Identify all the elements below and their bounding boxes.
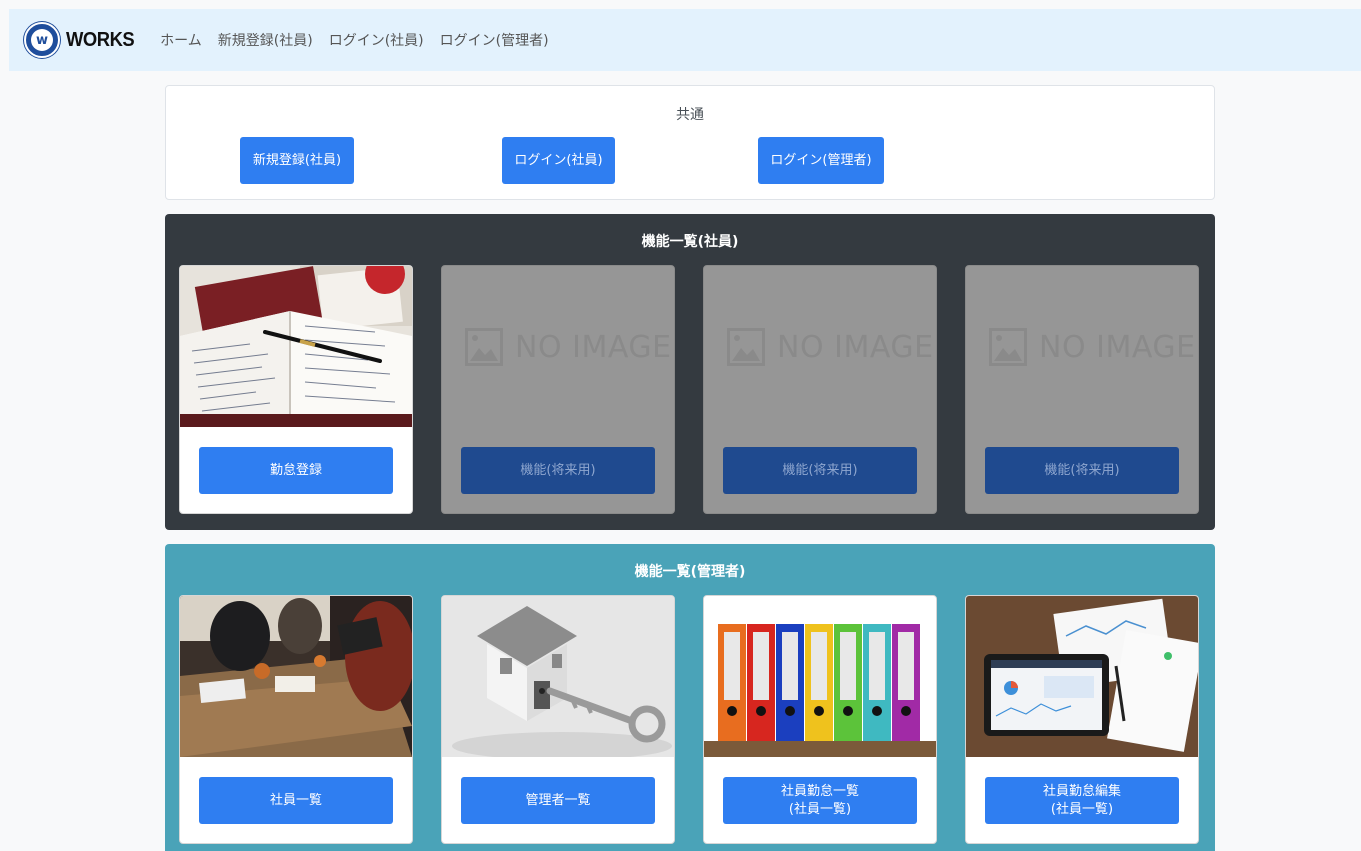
employee-list-card: 社員一覧: [179, 595, 413, 844]
no-image-text: NO IMAGE: [1039, 329, 1196, 365]
tablet-reports-photo: [966, 596, 1198, 757]
common-title: 共通: [676, 107, 704, 123]
logo-letter: w: [31, 29, 53, 51]
login-employee-button[interactable]: ログイン(社員): [502, 137, 615, 184]
attendance-list-card: 社員勤怠一覧 (社員一覧): [703, 595, 937, 844]
house-key-photo: [442, 596, 674, 757]
navbar: w WORKS ホーム 新規登録(社員) ログイン(社員) ログイン(管理者): [9, 9, 1361, 71]
image-placeholder-icon: [465, 328, 503, 366]
future-feature-button[interactable]: 機能(将来用): [461, 447, 655, 494]
button-label: 社員勤怠編集 (社員一覧): [1042, 783, 1121, 817]
attendance-register-button[interactable]: 勤怠登録: [199, 447, 393, 494]
image-placeholder-icon: [727, 328, 765, 366]
brand-name: WORKS: [66, 28, 135, 51]
login-admin-button[interactable]: ログイン(管理者): [758, 137, 884, 184]
attendance-edit-button[interactable]: 社員勤怠編集 (社員一覧): [985, 777, 1179, 824]
nav-link-register-employee[interactable]: 新規登録(社員): [218, 30, 313, 50]
employee-functions-title: 機能一覧(社員): [641, 234, 739, 250]
no-image-placeholder: NO IMAGE: [442, 266, 674, 427]
nav-link-login-admin[interactable]: ログイン(管理者): [440, 30, 549, 50]
no-image-text: NO IMAGE: [777, 329, 934, 365]
future-feature-button[interactable]: 機能(将来用): [985, 447, 1179, 494]
attendance-register-card: 勤怠登録: [179, 265, 413, 514]
binders-photo: [704, 596, 936, 757]
no-image-placeholder: NO IMAGE: [966, 266, 1198, 427]
meeting-photo: [180, 596, 412, 757]
employee-list-button[interactable]: 社員一覧: [199, 777, 393, 824]
notebook-photo: [180, 266, 412, 427]
nav-link-login-employee[interactable]: ログイン(社員): [329, 30, 424, 50]
future-feature-card: NO IMAGE 機能(将来用): [441, 265, 675, 514]
button-label: 社員勤怠一覧 (社員一覧): [780, 783, 859, 817]
page: w WORKS ホーム 新規登録(社員) ログイン(社員) ログイン(管理者) …: [9, 9, 1361, 851]
admin-list-card: 管理者一覧: [441, 595, 675, 844]
admin-functions-title: 機能一覧(管理者): [634, 564, 746, 580]
nav-link-home[interactable]: ホーム: [160, 30, 202, 50]
employee-functions-panel: 機能一覧(社員) 勤怠登録 NO IMAGE 機能(将来用) NO IMAGE …: [165, 214, 1215, 530]
works-logo-icon: w: [24, 22, 60, 58]
brand-logo[interactable]: w WORKS: [24, 22, 140, 58]
admin-functions-panel: 機能一覧(管理者) 社員一覧 管理者一覧 社員勤怠一覧 (社員一覧) 社員勤怠編…: [165, 544, 1215, 851]
attendance-list-button[interactable]: 社員勤怠一覧 (社員一覧): [723, 777, 917, 824]
attendance-edit-card: 社員勤怠編集 (社員一覧): [965, 595, 1199, 844]
nav-links: ホーム 新規登録(社員) ログイン(社員) ログイン(管理者): [160, 30, 564, 50]
future-feature-card: NO IMAGE 機能(将来用): [703, 265, 937, 514]
admin-list-button[interactable]: 管理者一覧: [461, 777, 655, 824]
no-image-placeholder: NO IMAGE: [704, 266, 936, 427]
common-card: 共通 新規登録(社員) ログイン(社員) ログイン(管理者): [165, 85, 1215, 200]
future-feature-card: NO IMAGE 機能(将来用): [965, 265, 1199, 514]
no-image-text: NO IMAGE: [515, 329, 672, 365]
register-employee-button[interactable]: 新規登録(社員): [240, 137, 354, 184]
future-feature-button[interactable]: 機能(将来用): [723, 447, 917, 494]
image-placeholder-icon: [989, 328, 1027, 366]
